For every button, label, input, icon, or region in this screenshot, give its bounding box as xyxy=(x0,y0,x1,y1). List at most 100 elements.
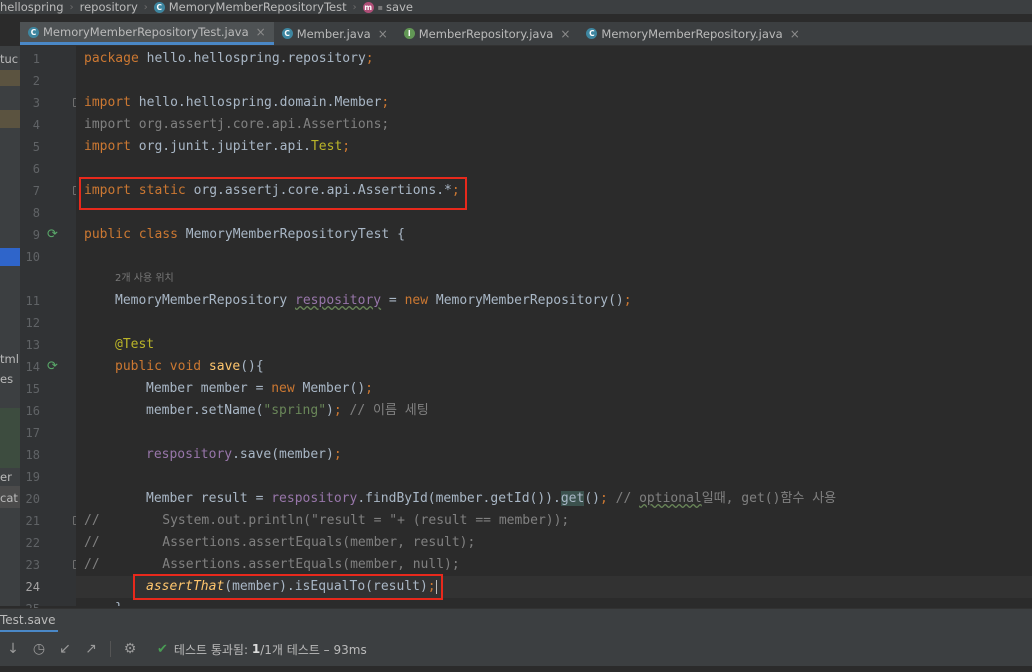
line-number: 5 xyxy=(32,140,40,154)
toolbar-divider xyxy=(110,641,111,657)
project-panel-row xyxy=(0,408,20,468)
editor-gutter[interactable]: 1 2 3 4 5 6 7 8 9 ⟳ 10 11 12 13 14 ⟳ 15 16… xyxy=(20,46,80,616)
tab-memorymemberrepositorytest[interactable]: C MemoryMemberRepositoryTest.java × xyxy=(20,22,274,45)
line-number: 1 xyxy=(32,52,40,66)
export-tests-icon[interactable]: ↗ xyxy=(78,641,104,657)
checkmark-icon: ✔ xyxy=(157,641,168,657)
code-line-1[interactable]: package hello.hellospring.repository; xyxy=(84,48,374,70)
highlight-box-assertion xyxy=(133,574,443,600)
tab-label: MemberRepository.java xyxy=(418,26,554,41)
gutter-line: 15 xyxy=(20,378,76,400)
gutter-line: 10 xyxy=(20,246,76,268)
project-panel-fragment: es xyxy=(0,372,14,386)
history-icon[interactable]: ◷ xyxy=(26,641,52,657)
usages-hint[interactable]: 2개 사용 위치 xyxy=(115,268,174,290)
code-line-22[interactable]: // Assertions.assertEquals(member, resul… xyxy=(84,532,475,554)
gutter-line: 20 xyxy=(20,488,76,510)
breadcrumb-label: save xyxy=(386,0,413,14)
code-line-20[interactable]: Member result = respository.findById(mem… xyxy=(146,488,836,510)
code-line-9[interactable]: public class MemoryMemberRepositoryTest … xyxy=(84,224,405,246)
code-line-16[interactable]: member.setName("spring"); // 이름 세팅 xyxy=(146,400,429,422)
code-line-18[interactable]: respository.save(member); xyxy=(146,444,342,466)
project-panel-selected-row[interactable] xyxy=(0,248,20,266)
line-number: 14 xyxy=(25,360,40,374)
code-line-4[interactable]: import org.assertj.core.api.Assertions; xyxy=(84,114,389,136)
console-output[interactable] xyxy=(0,666,1032,672)
code-line-15[interactable]: Member member = new Member(); xyxy=(146,378,373,400)
run-test-icon[interactable]: ⟳ xyxy=(47,359,58,374)
project-panel-row[interactable] xyxy=(0,70,20,86)
code-line-5[interactable]: import org.junit.jupiter.api.Test; xyxy=(84,136,350,158)
code-line-25[interactable]: } xyxy=(115,598,123,606)
gutter-line: 24 xyxy=(20,576,76,598)
gutter-line: 18 xyxy=(20,444,76,466)
gutter-line: 17 xyxy=(20,422,76,444)
highlight-box-import xyxy=(79,177,467,210)
line-number: 4 xyxy=(32,118,40,132)
line-number: 7 xyxy=(32,184,40,198)
tab-label: MemoryMemberRepository.java xyxy=(601,26,783,41)
run-toolbar: ↓ ◷ ↙ ↗ ⚙ ✔ 테스트 통과됨: 1/1개 테스트 – 93ms xyxy=(0,632,1032,666)
status-detail: /1개 테스트 – 93ms xyxy=(260,642,367,657)
tab-label: MemoryMemberRepositoryTest.java xyxy=(43,25,249,39)
gutter-line: 19 xyxy=(20,466,76,488)
project-panel-edge: tuc tml es er cat xyxy=(0,46,20,606)
run-test-icon[interactable]: ⟳ xyxy=(47,227,58,242)
line-number: 6 xyxy=(32,162,40,176)
code-line-21[interactable]: // System.out.println("result = "+ (resu… xyxy=(84,510,569,532)
tab-memberrepository[interactable]: I MemberRepository.java × xyxy=(396,22,579,45)
chevron-right-icon: › xyxy=(352,1,357,13)
project-panel-fragment: er xyxy=(0,470,12,484)
tab-member[interactable]: C Member.java × xyxy=(274,22,396,45)
breadcrumb-item-class[interactable]: C MemoryMemberRepositoryTest xyxy=(153,0,347,14)
code-line-13[interactable]: @Test xyxy=(115,334,154,356)
gutter-line: 13 xyxy=(20,334,76,356)
code-line-14[interactable]: public void save(){ xyxy=(115,356,264,378)
tab-memorymemberrepository[interactable]: C MemoryMemberRepository.java × xyxy=(578,22,807,45)
breadcrumb-label: MemoryMemberRepositoryTest xyxy=(168,0,347,14)
breadcrumb-item-method[interactable]: m ▪ save xyxy=(362,0,413,14)
line-number: 8 xyxy=(32,206,40,220)
chevron-right-icon: › xyxy=(69,1,74,13)
class-icon: C xyxy=(28,26,39,38)
tab-label: Member.java xyxy=(296,26,371,41)
line-number: 13 xyxy=(25,338,40,352)
code-editor[interactable]: package hello.hellospring.repository; im… xyxy=(76,46,1032,606)
run-tab-title[interactable]: Test.save xyxy=(0,613,56,627)
close-icon[interactable]: × xyxy=(560,27,570,41)
line-number: 17 xyxy=(25,426,40,440)
interface-icon: I xyxy=(403,28,415,39)
line-number: 20 xyxy=(25,492,40,506)
line-number: 15 xyxy=(25,382,40,396)
code-line-11[interactable]: MemoryMemberRepository respository = new… xyxy=(115,290,632,312)
class-icon: C xyxy=(153,1,165,13)
gear-icon[interactable]: ⚙ xyxy=(117,641,143,657)
line-number: 18 xyxy=(25,448,40,462)
close-icon[interactable]: × xyxy=(378,27,388,41)
breadcrumb-item-package[interactable]: repository xyxy=(80,0,138,14)
gutter-line: 1 xyxy=(20,48,76,70)
arrow-down-icon[interactable]: ↓ xyxy=(0,641,26,657)
gutter-line: 12 xyxy=(20,312,76,334)
line-number: 21 xyxy=(25,514,40,528)
method-icon: m xyxy=(362,1,374,13)
editor-tab-bar: C MemoryMemberRepositoryTest.java × C Me… xyxy=(20,22,1032,46)
line-number: 19 xyxy=(25,470,40,484)
passed-count: 1 xyxy=(251,642,261,656)
line-number: 12 xyxy=(25,316,40,330)
close-icon[interactable]: × xyxy=(790,27,800,41)
gutter-line: 11 xyxy=(20,290,76,312)
project-panel-fragment: cat xyxy=(0,491,18,505)
breadcrumb-item-project[interactable]: hellospring xyxy=(0,0,64,14)
import-tests-icon[interactable]: ↙ xyxy=(52,641,78,657)
gutter-line: 8 xyxy=(20,202,76,224)
line-number: 9 xyxy=(32,228,40,242)
code-line-3[interactable]: import hello.hellospring.domain.Member; xyxy=(84,92,389,114)
close-icon[interactable]: × xyxy=(256,25,266,39)
test-status: ✔ 테스트 통과됨: 1/1개 테스트 – 93ms xyxy=(157,641,367,658)
gutter-line: 4 xyxy=(20,114,76,136)
line-number: 16 xyxy=(25,404,40,418)
gutter-line: 23 xyxy=(20,554,80,576)
project-panel-row[interactable] xyxy=(0,110,20,128)
code-line-23[interactable]: // Assertions.assertEquals(member, null)… xyxy=(84,554,460,576)
